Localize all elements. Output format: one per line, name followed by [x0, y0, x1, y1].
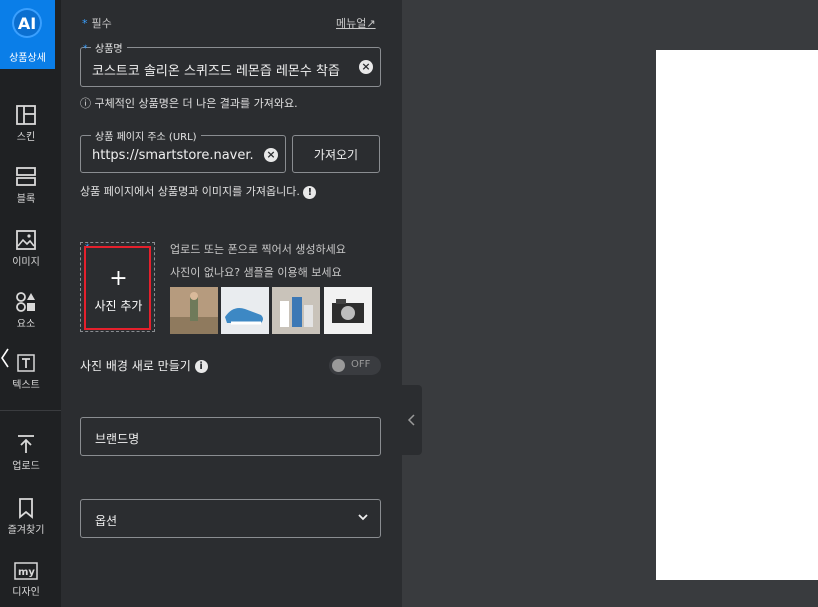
- canvas-page[interactable]: [656, 50, 818, 580]
- rail-item-label: 디자인: [12, 587, 40, 598]
- background-toggle-row: 사진 배경 새로 만들기 i: [80, 357, 208, 374]
- chevron-left-icon: [407, 414, 415, 426]
- rail-item-elements[interactable]: 요소: [0, 291, 52, 330]
- bookmark-icon: [19, 498, 33, 519]
- url-hint: 상품 페이지에서 상품명과 이미지를 가져옵니다. !: [80, 183, 317, 199]
- image-icon: [16, 230, 36, 250]
- rail-item-label: 요소: [16, 319, 36, 330]
- plus-icon: +: [109, 266, 128, 291]
- sample-thumbnail-person[interactable]: [170, 287, 218, 334]
- rail-item-blocks[interactable]: 블록: [0, 166, 52, 205]
- product-name-field[interactable]: * 상품명 코스트코 솔리온 스퀴즈드 레몬즙 레몬수 착즙 ×: [80, 40, 381, 87]
- product-name-legend-text: 상품명: [95, 44, 123, 55]
- background-toggle-label: 사진 배경 새로 만들기: [80, 359, 191, 373]
- my-design-icon: my: [14, 562, 38, 580]
- fetch-button[interactable]: 가져오기: [292, 135, 380, 173]
- sample-thumbnail-shoes[interactable]: [221, 287, 269, 334]
- product-url-legend: 상품 페이지 주소 (URL): [91, 128, 201, 143]
- product-url-input[interactable]: https://smartstore.naver.com: [92, 148, 254, 163]
- blocks-icon: [16, 167, 36, 186]
- rail-item-my-design[interactable]: my 디자인: [0, 561, 52, 598]
- product-name-legend: * 상품명: [83, 40, 127, 55]
- product-name-hint-text: 구체적인 상품명은 더 나은 결과를 가져와요.: [94, 97, 298, 110]
- brand-name-field[interactable]: 브랜드명: [80, 417, 381, 456]
- rail-item-skin[interactable]: 스킨: [0, 104, 52, 143]
- rail-item-label: 텍스트: [12, 380, 40, 391]
- manual-link[interactable]: 메뉴얼↗: [336, 15, 376, 31]
- background-toggle[interactable]: OFF: [329, 356, 381, 375]
- sample-thumbnail-camera[interactable]: [324, 287, 372, 334]
- sample-hint: 사진이 없나요? 샘플을 이용해 보세요: [170, 266, 342, 279]
- url-hint-text: 상품 페이지에서 상품명과 이미지를 가져옵니다.: [80, 185, 300, 198]
- upload-icon: [18, 435, 34, 453]
- chevron-down-icon: [358, 514, 368, 521]
- toggle-state: OFF: [351, 359, 371, 370]
- shapes-icon: [16, 292, 35, 312]
- toggle-knob: [332, 359, 345, 372]
- info-icon[interactable]: !: [303, 185, 317, 199]
- ai-product-detail-label: 상품상세: [9, 53, 46, 64]
- info-icon[interactable]: i: [194, 360, 208, 373]
- required-label: 필수: [91, 17, 112, 30]
- ai-product-detail-button[interactable]: AI 상품상세: [0, 0, 55, 69]
- rail-item-label: 이미지: [12, 257, 40, 268]
- rail-item-label: 블록: [16, 194, 36, 205]
- sample-thumbnail-bottles[interactable]: [272, 287, 320, 334]
- upload-hint: 업로드 또는 폰으로 찍어서 생성하세요: [170, 243, 346, 256]
- rail-item-favorites[interactable]: 즐겨찾기: [0, 497, 52, 536]
- clear-icon[interactable]: ×: [359, 60, 373, 74]
- info-icon: ⓘ: [80, 97, 91, 110]
- layout-icon: [16, 105, 36, 125]
- svg-text:my: my: [18, 567, 35, 578]
- add-photo-label: 사진 추가: [94, 299, 143, 313]
- product-name-hint: ⓘ 구체적인 상품명은 더 나은 결과를 가져와요.: [80, 95, 298, 111]
- add-photo-button[interactable]: * + 사진 추가: [80, 242, 155, 332]
- panel-collapse-handle[interactable]: [402, 385, 422, 455]
- required-star-icon: *: [83, 44, 88, 54]
- product-name-input[interactable]: 코스트코 솔리온 스퀴즈드 레몬즙 레몬수 착즙: [92, 60, 352, 79]
- text-icon: [17, 354, 35, 372]
- brand-name-placeholder: 브랜드명: [95, 432, 140, 446]
- product-url-field[interactable]: 상품 페이지 주소 (URL) https://smartstore.naver…: [80, 128, 286, 173]
- required-indicator: * 필수: [82, 15, 112, 31]
- option-select[interactable]: 옵션: [80, 499, 381, 538]
- option-label: 옵션: [95, 514, 118, 528]
- required-star-icon: *: [82, 17, 88, 30]
- rail-item-label: 스킨: [16, 132, 36, 143]
- ai-badge-icon: AI: [12, 8, 42, 38]
- rail-item-label: 즐겨찾기: [7, 525, 45, 536]
- clear-icon[interactable]: ×: [264, 148, 278, 162]
- left-rail: AI 상품상세 스킨 블록 이미지 요소 텍스트 업로드 즐겨찾기 my 디자인: [0, 0, 61, 607]
- rail-item-upload[interactable]: 업로드: [0, 433, 52, 472]
- chevron-left-icon[interactable]: [0, 347, 10, 369]
- rail-item-image[interactable]: 이미지: [0, 229, 52, 268]
- rail-divider: [0, 410, 61, 411]
- rail-item-label: 업로드: [12, 461, 40, 472]
